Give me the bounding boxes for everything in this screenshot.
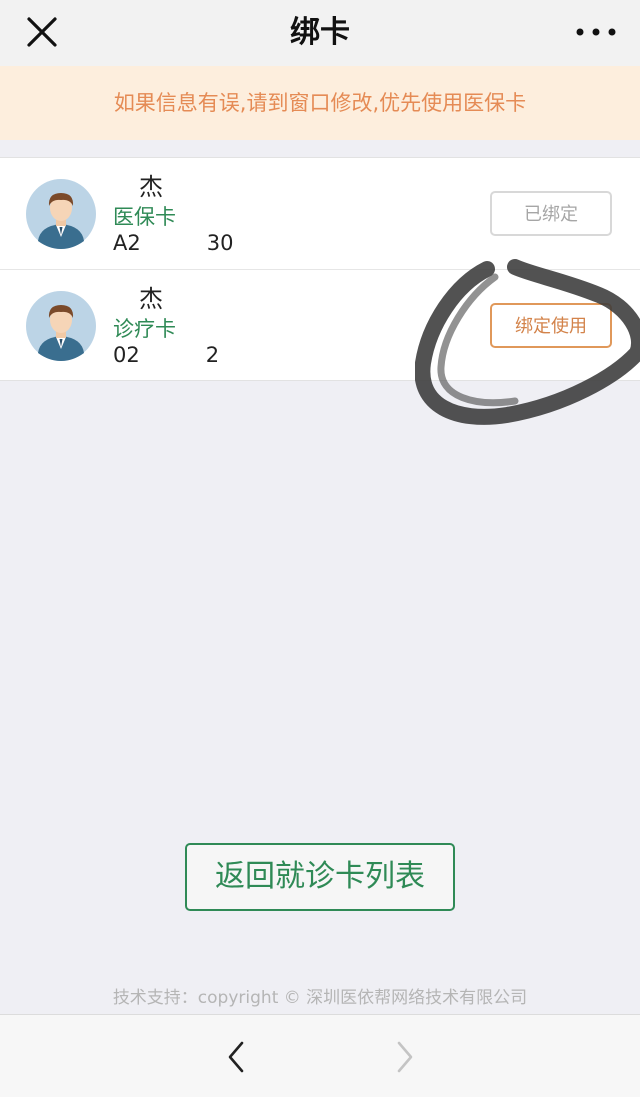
card-number: 02 2 [113, 343, 220, 367]
bind-use-button[interactable]: 绑定使用 [490, 303, 612, 348]
chevron-left-icon[interactable] [223, 1039, 249, 1075]
avatar [26, 291, 96, 361]
more-icon[interactable] [574, 18, 618, 46]
card-type-label: 医保卡 [113, 205, 176, 229]
card-number: A2 30 [113, 231, 234, 255]
notice-banner: 如果信息有误,请到窗口修改,优先使用医保卡 [0, 66, 640, 140]
page-title: 绑卡 [290, 15, 350, 50]
card-item-clinic-card: 杰 诊疗卡 02 2 绑定使用 [0, 269, 640, 380]
card-holder-name: 杰 [139, 173, 163, 201]
footer-copyright: 技术支持：copyright © 深圳医依帮网络技术有限公司 [112, 988, 528, 1008]
page: 绑卡 如果信息有误,请到窗口修改,优先使用医保卡 杰 医保卡 A2 30 已绑定… [0, 0, 640, 1097]
card-holder-name: 杰 [139, 285, 163, 313]
bound-status-button: 已绑定 [490, 191, 612, 236]
card-type-label: 诊疗卡 [113, 317, 176, 341]
card-item-medical-insurance: 杰 医保卡 A2 30 已绑定 [0, 158, 640, 269]
avatar [26, 179, 96, 249]
nav-bar: 绑卡 [0, 0, 640, 66]
bottom-nav-bar [0, 1014, 640, 1097]
close-icon[interactable] [24, 14, 60, 50]
return-to-card-list-button[interactable]: 返回就诊卡列表 [185, 843, 455, 911]
card-list: 杰 医保卡 A2 30 已绑定 杰 诊疗卡 02 2 绑定使用 [0, 157, 640, 381]
chevron-right-icon[interactable] [392, 1039, 418, 1075]
